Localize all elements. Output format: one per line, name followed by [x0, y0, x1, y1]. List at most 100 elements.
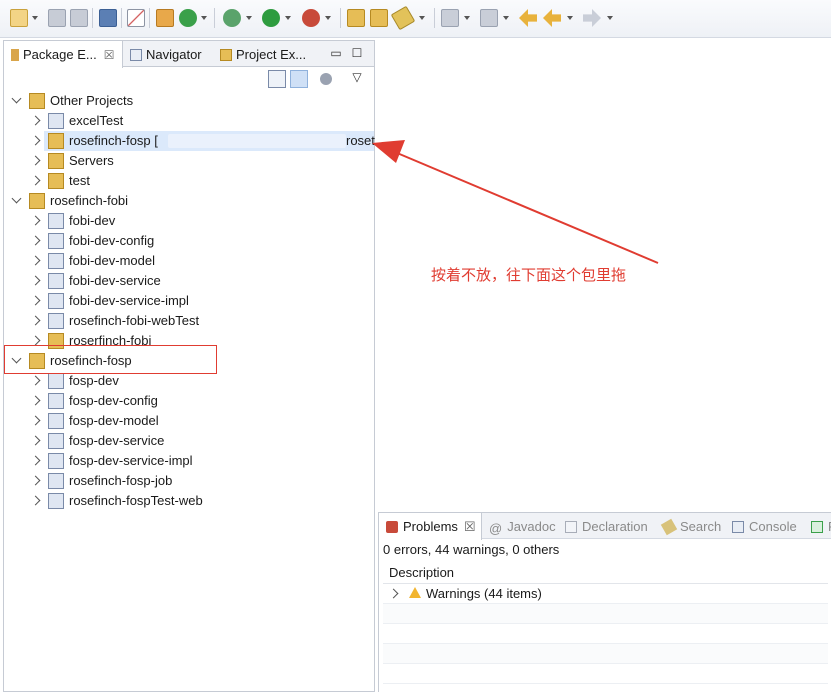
debug-icon[interactable] [223, 9, 241, 27]
last-edit-icon[interactable] [519, 9, 537, 27]
collapse-icon[interactable] [30, 495, 41, 506]
tab-declaration[interactable]: Declaration [565, 513, 648, 539]
build-icon[interactable] [156, 9, 174, 27]
collapse-icon[interactable] [30, 175, 41, 186]
next-annotation-dropdown[interactable] [463, 9, 471, 27]
tree-item-fobi-dev-service[interactable]: fobi-dev-service [4, 271, 374, 291]
collapse-icon[interactable] [30, 375, 41, 386]
tree-item-test[interactable]: test [4, 171, 374, 191]
column-header-description[interactable]: Description [383, 562, 828, 584]
tree-label: rosefinch-fosp [ [69, 133, 158, 148]
tab-javadoc[interactable]: @ Javadoc [489, 513, 556, 539]
minimize-icon[interactable]: ▭ [329, 46, 343, 60]
warnings-row[interactable]: Warnings (44 items) [383, 584, 828, 604]
tree-item-fosp-dev-service-impl[interactable]: fosp-dev-service-impl [4, 451, 374, 471]
filter-icon[interactable] [320, 73, 332, 85]
expand-icon[interactable] [11, 93, 22, 104]
tree-label: excelTest [69, 113, 124, 128]
new-dropdown[interactable] [31, 9, 39, 27]
refresh-icon[interactable] [179, 9, 197, 27]
collapse-icon[interactable] [30, 315, 41, 326]
tab-progress[interactable]: P [811, 513, 831, 539]
collapse-icon[interactable] [30, 435, 41, 446]
debug-dropdown[interactable] [245, 9, 253, 27]
tree-item-fobi-dev-config[interactable]: fobi-dev-config [4, 231, 374, 251]
collapse-icon[interactable] [30, 155, 41, 166]
tab-problems[interactable]: Problems ☒ [379, 513, 482, 540]
expand-icon[interactable] [11, 193, 22, 204]
collapse-icon[interactable] [30, 395, 41, 406]
tree-item-servers[interactable]: Servers [4, 151, 374, 171]
open-console-icon[interactable] [99, 9, 117, 27]
collapse-all-icon[interactable] [268, 70, 286, 88]
maven-project-icon [48, 253, 64, 269]
tree-item-fosp-dev-service[interactable]: fosp-dev-service [4, 431, 374, 451]
refresh-dropdown[interactable] [200, 9, 208, 27]
tree-item-exceltest[interactable]: excelTest [4, 111, 374, 131]
tab-label: Javadoc [507, 519, 556, 534]
tab-package-explorer[interactable]: Package E... ☒ [4, 41, 123, 68]
back-dropdown[interactable] [566, 9, 574, 27]
maven-project-icon [48, 493, 64, 509]
maven-project-icon [48, 213, 64, 229]
external-tools-icon[interactable] [302, 9, 320, 27]
tree-group-rosefinch-fobi[interactable]: rosefinch-fobi [4, 191, 374, 211]
tree-item-rosefinch-fosptest-web[interactable]: rosefinch-fospTest-web [4, 491, 374, 511]
collapse-icon[interactable] [30, 335, 41, 346]
collapse-icon[interactable] [30, 475, 41, 486]
collapse-icon[interactable] [30, 275, 41, 286]
previous-annotation-icon[interactable] [480, 9, 498, 27]
collapse-icon[interactable] [388, 588, 399, 599]
collapse-icon[interactable] [30, 235, 41, 246]
collapse-icon[interactable] [30, 255, 41, 266]
tab-navigator[interactable]: Navigator [130, 41, 212, 67]
previous-annotation-dropdown[interactable] [502, 9, 510, 27]
next-annotation-icon[interactable] [441, 9, 459, 27]
empty-row [383, 644, 828, 664]
tab-search[interactable]: Search [660, 513, 721, 539]
collapse-icon[interactable] [30, 295, 41, 306]
open-folder-icon[interactable] [370, 9, 388, 27]
javadoc-icon: @ [489, 521, 503, 536]
tree-item-fosp-dev-model[interactable]: fosp-dev-model [4, 411, 374, 431]
pen-dropdown[interactable] [418, 9, 426, 27]
tree-item-rosefinch-fobi-webtest[interactable]: rosefinch-fobi-webTest [4, 311, 374, 331]
tab-label: Console [749, 519, 797, 534]
collapse-icon[interactable] [30, 415, 41, 426]
collapse-icon[interactable] [30, 135, 41, 146]
tree-item-fosp-dev[interactable]: fosp-dev [4, 371, 374, 391]
run-dropdown[interactable] [284, 9, 292, 27]
collapse-icon[interactable] [30, 215, 41, 226]
warnings-label: Warnings (44 items) [426, 586, 542, 601]
tree-item-rosefinch-fosp[interactable]: rosefinch-fosp [ roset [4, 131, 375, 151]
tree-item-fobi-dev-service-impl[interactable]: fobi-dev-service-impl [4, 291, 374, 311]
tab-project-explorer[interactable]: Project Ex... [220, 41, 320, 67]
maximize-icon[interactable]: ☐ [350, 46, 364, 60]
tree-label-suffix: roset [346, 133, 375, 148]
tree-item-rosefinch-fosp-job[interactable]: rosefinch-fosp-job [4, 471, 374, 491]
save-all-icon[interactable] [70, 9, 88, 27]
tree-group-other-projects[interactable]: Other Projects [4, 91, 374, 111]
forward-dropdown[interactable] [606, 9, 614, 27]
back-icon[interactable] [543, 9, 561, 27]
close-icon[interactable]: ☒ [104, 48, 115, 62]
tab-console[interactable]: Console [732, 513, 797, 539]
external-tools-dropdown[interactable] [324, 9, 332, 27]
tree-item-fosp-dev-config[interactable]: fosp-dev-config [4, 391, 374, 411]
link-with-editor-icon[interactable] [290, 70, 308, 88]
pen-icon[interactable] [390, 5, 416, 31]
tree-item-fobi-dev-model[interactable]: fobi-dev-model [4, 251, 374, 271]
collapse-icon[interactable] [30, 455, 41, 466]
new-wizard-icon[interactable] [10, 9, 28, 27]
close-icon[interactable]: ☒ [464, 519, 476, 534]
collapse-icon[interactable] [30, 115, 41, 126]
skip-breakpoints-icon[interactable] [127, 9, 145, 27]
forward-icon[interactable] [583, 9, 601, 27]
save-icon[interactable] [48, 9, 66, 27]
view-menu-icon[interactable]: ▽ [350, 70, 364, 84]
tree-label: test [69, 173, 90, 188]
run-icon[interactable] [262, 9, 280, 27]
tree-item-fobi-dev[interactable]: fobi-dev [4, 211, 374, 231]
open-type-icon[interactable] [347, 9, 365, 27]
maven-project-icon [48, 413, 64, 429]
